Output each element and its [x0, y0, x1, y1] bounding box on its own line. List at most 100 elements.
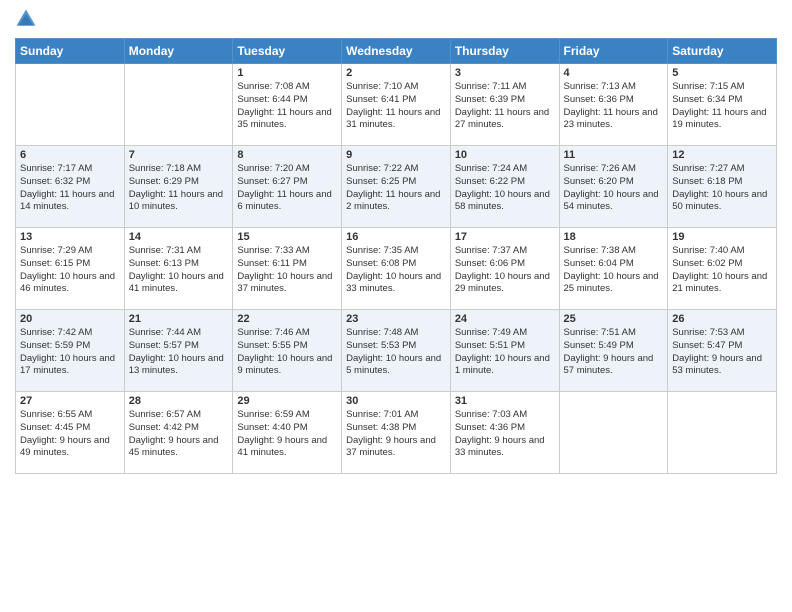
calendar-cell: 28 Sunrise: 6:57 AM Sunset: 4:42 PM Dayli… — [124, 392, 233, 474]
calendar-day-header: Friday — [559, 39, 668, 64]
calendar-cell — [124, 64, 233, 146]
calendar-cell: 30 Sunrise: 7:01 AM Sunset: 4:38 PM Dayli… — [342, 392, 451, 474]
day-number: 3 — [455, 67, 555, 79]
day-number: 24 — [455, 313, 555, 325]
day-number: 15 — [237, 231, 337, 243]
calendar-cell: 11 Sunrise: 7:26 AM Sunset: 6:20 PM Dayli… — [559, 146, 668, 228]
day-info: Sunrise: 7:01 AM Sunset: 4:38 PM Dayligh… — [346, 409, 446, 460]
day-number: 30 — [346, 395, 446, 407]
calendar-cell: 12Sunrise: 7:27 AM Sunset: 6:18 PM Dayli… — [668, 146, 777, 228]
day-info: Sunrise: 7:49 AM Sunset: 5:51 PM Dayligh… — [455, 327, 555, 378]
day-number: 11 — [564, 149, 664, 161]
day-number: 20 — [20, 313, 120, 325]
day-info: Sunrise: 7:18 AM Sunset: 6:29 PM Dayligh… — [129, 163, 229, 214]
calendar-day-header: Tuesday — [233, 39, 342, 64]
day-info: Sunrise: 7:53 AM Sunset: 5:47 PM Dayligh… — [672, 327, 772, 378]
calendar-cell: 17 Sunrise: 7:37 AM Sunset: 6:06 PM Dayli… — [450, 228, 559, 310]
calendar-cell — [668, 392, 777, 474]
day-number: 2 — [346, 67, 446, 79]
calendar-cell: 8 Sunrise: 7:20 AM Sunset: 6:27 PM Daylig… — [233, 146, 342, 228]
day-info: Sunrise: 6:57 AM Sunset: 4:42 PM Dayligh… — [129, 409, 229, 460]
page: SundayMondayTuesdayWednesdayThursdayFrid… — [0, 0, 792, 484]
day-info: Sunrise: 7:38 AM Sunset: 6:04 PM Dayligh… — [564, 245, 664, 296]
calendar-cell: 26 Sunrise: 7:53 AM Sunset: 5:47 PM Dayli… — [668, 310, 777, 392]
header — [15, 10, 777, 30]
day-number: 23 — [346, 313, 446, 325]
day-number: 25 — [564, 313, 664, 325]
day-info: Sunrise: 7:27 AM Sunset: 6:18 PM Dayligh… — [672, 163, 772, 214]
day-number: 7 — [129, 149, 229, 161]
day-number: 9 — [346, 149, 446, 161]
day-info: Sunrise: 6:59 AM Sunset: 4:40 PM Dayligh… — [237, 409, 337, 460]
calendar-cell: 16Sunrise: 7:35 AM Sunset: 6:08 PM Dayli… — [342, 228, 451, 310]
day-info: Sunrise: 7:31 AM Sunset: 6:13 PM Dayligh… — [129, 245, 229, 296]
calendar-cell: 24 Sunrise: 7:49 AM Sunset: 5:51 PM Dayli… — [450, 310, 559, 392]
day-number: 27 — [20, 395, 120, 407]
calendar-day-header: Thursday — [450, 39, 559, 64]
day-info: Sunrise: 7:15 AM Sunset: 6:34 PM Dayligh… — [672, 81, 772, 132]
day-number: 1 — [237, 67, 337, 79]
calendar-cell: 4 Sunrise: 7:13 AM Sunset: 6:36 PM Daylig… — [559, 64, 668, 146]
day-info: Sunrise: 7:22 AM Sunset: 6:25 PM Dayligh… — [346, 163, 446, 214]
calendar-cell: 15 Sunrise: 7:33 AM Sunset: 6:11 PM Dayli… — [233, 228, 342, 310]
calendar-week-row: 1Sunrise: 7:08 AM Sunset: 6:44 PM Daylig… — [16, 64, 777, 146]
day-number: 19 — [672, 231, 772, 243]
day-number: 4 — [564, 67, 664, 79]
day-info: Sunrise: 7:03 AM Sunset: 4:36 PM Dayligh… — [455, 409, 555, 460]
calendar-cell — [559, 392, 668, 474]
calendar-week-row: 13 Sunrise: 7:29 AM Sunset: 6:15 PM Dayli… — [16, 228, 777, 310]
day-number: 22 — [237, 313, 337, 325]
day-info: Sunrise: 7:13 AM Sunset: 6:36 PM Dayligh… — [564, 81, 664, 132]
day-info: Sunrise: 7:26 AM Sunset: 6:20 PM Dayligh… — [564, 163, 664, 214]
day-info: Sunrise: 7:33 AM Sunset: 6:11 PM Dayligh… — [237, 245, 337, 296]
day-number: 10 — [455, 149, 555, 161]
day-info: Sunrise: 7:29 AM Sunset: 6:15 PM Dayligh… — [20, 245, 120, 296]
day-info: Sunrise: 7:35 AM Sunset: 6:08 PM Dayligh… — [346, 245, 446, 296]
calendar-cell: 20 Sunrise: 7:42 AM Sunset: 5:59 PM Dayli… — [16, 310, 125, 392]
calendar-cell: 7 Sunrise: 7:18 AM Sunset: 6:29 PM Daylig… — [124, 146, 233, 228]
day-number: 13 — [20, 231, 120, 243]
calendar-week-row: 6 Sunrise: 7:17 AM Sunset: 6:32 PM Daylig… — [16, 146, 777, 228]
day-number: 28 — [129, 395, 229, 407]
day-number: 31 — [455, 395, 555, 407]
logo — [15, 10, 39, 30]
calendar-day-header: Sunday — [16, 39, 125, 64]
day-number: 5 — [672, 67, 772, 79]
calendar-cell: 29 Sunrise: 6:59 AM Sunset: 4:40 PM Dayli… — [233, 392, 342, 474]
day-info: Sunrise: 7:11 AM Sunset: 6:39 PM Dayligh… — [455, 81, 555, 132]
day-info: Sunrise: 7:48 AM Sunset: 5:53 PM Dayligh… — [346, 327, 446, 378]
calendar-cell — [16, 64, 125, 146]
calendar-cell: 5 Sunrise: 7:15 AM Sunset: 6:34 PM Daylig… — [668, 64, 777, 146]
calendar-week-row: 27 Sunrise: 6:55 AM Sunset: 4:45 PM Dayli… — [16, 392, 777, 474]
day-info: Sunrise: 7:20 AM Sunset: 6:27 PM Dayligh… — [237, 163, 337, 214]
day-number: 29 — [237, 395, 337, 407]
day-info: Sunrise: 6:55 AM Sunset: 4:45 PM Dayligh… — [20, 409, 120, 460]
calendar-cell: 19 Sunrise: 7:40 AM Sunset: 6:02 PM Dayli… — [668, 228, 777, 310]
calendar-cell: 25 Sunrise: 7:51 AM Sunset: 5:49 PM Dayli… — [559, 310, 668, 392]
day-info: Sunrise: 7:51 AM Sunset: 5:49 PM Dayligh… — [564, 327, 664, 378]
day-info: Sunrise: 7:46 AM Sunset: 5:55 PM Dayligh… — [237, 327, 337, 378]
day-number: 8 — [237, 149, 337, 161]
day-info: Sunrise: 7:10 AM Sunset: 6:41 PM Dayligh… — [346, 81, 446, 132]
calendar-cell: 3 Sunrise: 7:11 AM Sunset: 6:39 PM Daylig… — [450, 64, 559, 146]
day-info: Sunrise: 7:24 AM Sunset: 6:22 PM Dayligh… — [455, 163, 555, 214]
day-info: Sunrise: 7:37 AM Sunset: 6:06 PM Dayligh… — [455, 245, 555, 296]
day-info: Sunrise: 7:44 AM Sunset: 5:57 PM Dayligh… — [129, 327, 229, 378]
calendar-cell: 18 Sunrise: 7:38 AM Sunset: 6:04 PM Dayli… — [559, 228, 668, 310]
day-info: Sunrise: 7:40 AM Sunset: 6:02 PM Dayligh… — [672, 245, 772, 296]
day-number: 26 — [672, 313, 772, 325]
calendar: SundayMondayTuesdayWednesdayThursdayFrid… — [15, 38, 777, 474]
calendar-week-row: 20 Sunrise: 7:42 AM Sunset: 5:59 PM Dayli… — [16, 310, 777, 392]
day-number: 17 — [455, 231, 555, 243]
calendar-cell: 31 Sunrise: 7:03 AM Sunset: 4:36 PM Dayli… — [450, 392, 559, 474]
calendar-cell: 27 Sunrise: 6:55 AM Sunset: 4:45 PM Dayli… — [16, 392, 125, 474]
calendar-cell: 21Sunrise: 7:44 AM Sunset: 5:57 PM Dayli… — [124, 310, 233, 392]
day-info: Sunrise: 7:42 AM Sunset: 5:59 PM Dayligh… — [20, 327, 120, 378]
calendar-cell: 6 Sunrise: 7:17 AM Sunset: 6:32 PM Daylig… — [16, 146, 125, 228]
calendar-cell: 14Sunrise: 7:31 AM Sunset: 6:13 PM Dayli… — [124, 228, 233, 310]
day-info: Sunrise: 7:17 AM Sunset: 6:32 PM Dayligh… — [20, 163, 120, 214]
day-number: 6 — [20, 149, 120, 161]
calendar-day-header: Saturday — [668, 39, 777, 64]
day-number: 18 — [564, 231, 664, 243]
calendar-cell: 13 Sunrise: 7:29 AM Sunset: 6:15 PM Dayli… — [16, 228, 125, 310]
